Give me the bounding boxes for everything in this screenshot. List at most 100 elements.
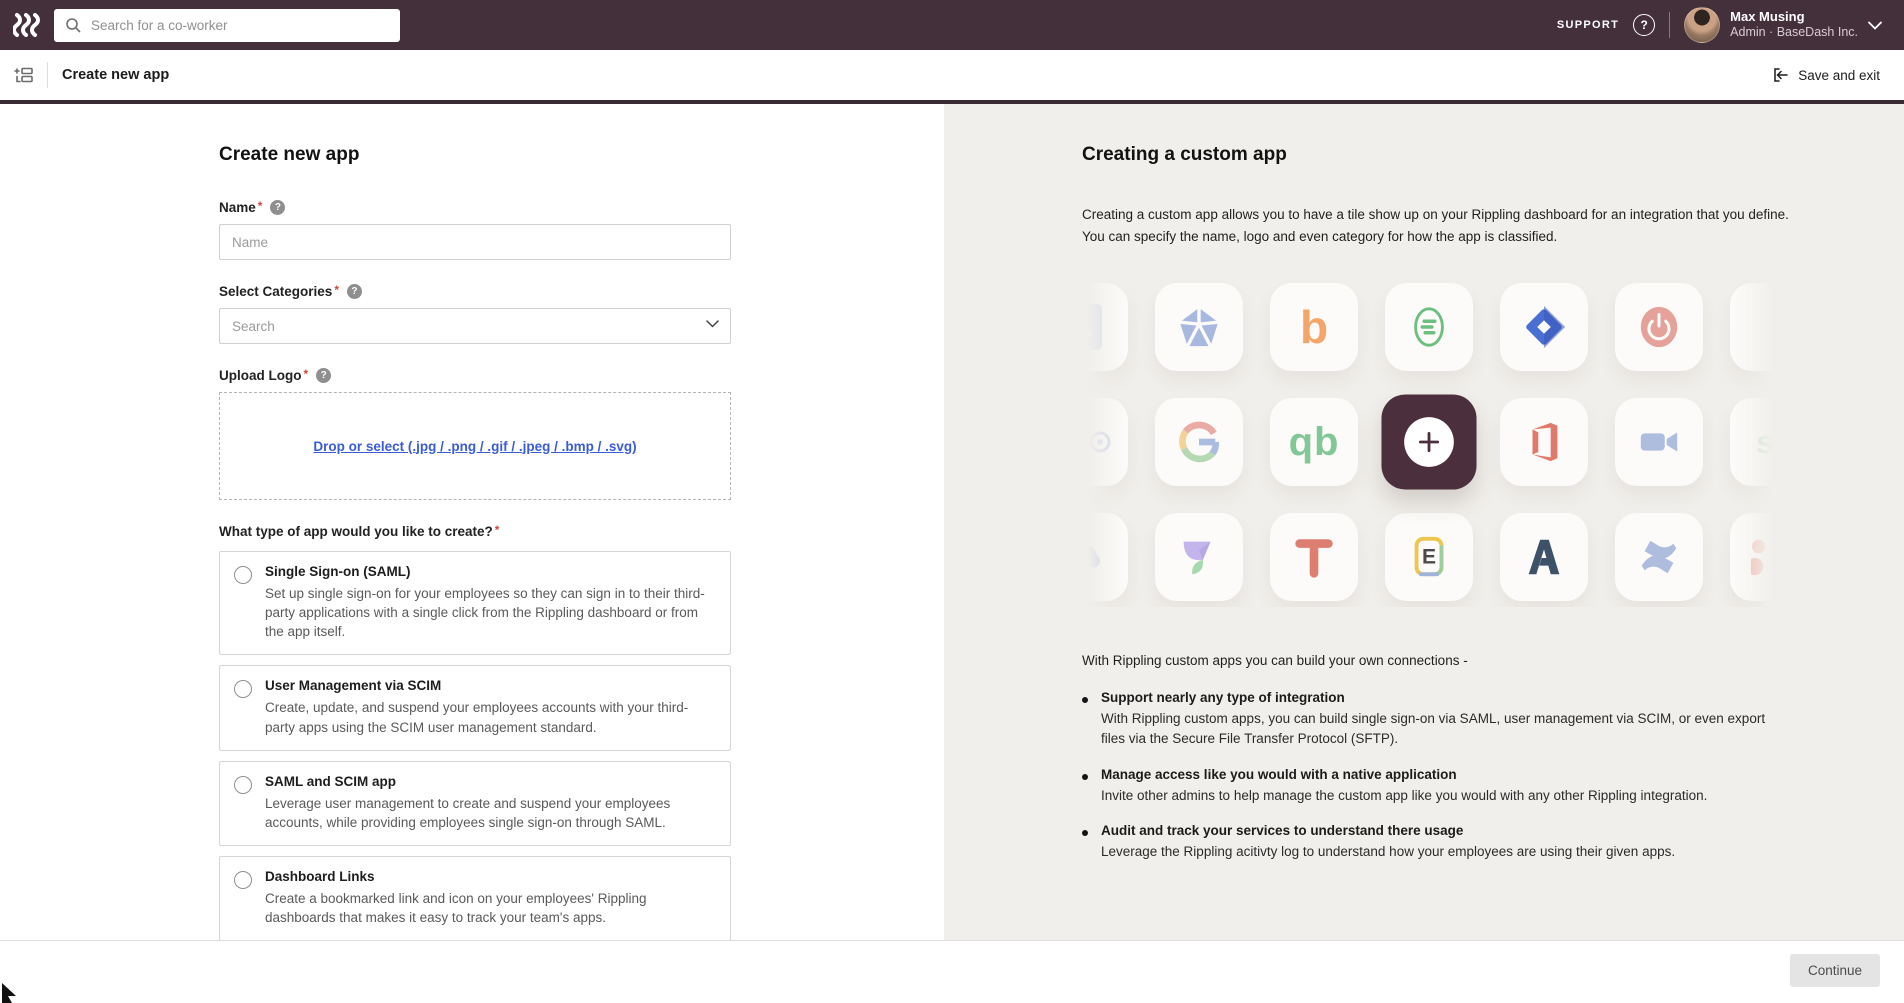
app-tile-row: 1b (1082, 283, 1778, 371)
bullet-title: Audit and track your services to underst… (1101, 823, 1675, 838)
required-asterisk: * (334, 283, 339, 297)
app-tile-sa-text-icon: sa (1730, 398, 1778, 486)
info-panel: Creating a custom app Creating a custom … (944, 104, 1904, 940)
bullet-item: Manage access like you would with a nati… (1082, 767, 1790, 806)
logo-dropzone[interactable]: Drop or select (.jpg / .png / .gif / .jp… (219, 392, 731, 500)
option-saml-and-scim[interactable]: SAML and SCIM app Leverage user manageme… (219, 761, 731, 846)
app-tile-double-diamond-icon (1730, 283, 1778, 371)
svg-text:E: E (1422, 546, 1436, 569)
required-asterisk: * (258, 199, 263, 213)
chevron-down-icon (1868, 21, 1882, 30)
chevron-down-icon (706, 320, 719, 328)
app-tile-confluence-waves-icon (1615, 513, 1703, 601)
user-name: Max Musing (1730, 9, 1858, 25)
option-title: Dashboard Links (265, 869, 714, 884)
search-input[interactable] (89, 17, 389, 34)
bullet-title: Support nearly any type of integration (1101, 690, 1790, 705)
app-tiles-carousel: 1broqbsaE (1082, 279, 1778, 607)
app-tile-ro-logo-icon: ro (1082, 398, 1128, 486)
support-help-icon[interactable]: ? (1633, 14, 1655, 36)
option-description: Leverage user management to create and s… (265, 794, 714, 832)
option-title: User Management via SCIM (265, 678, 714, 693)
app-tile-leaf-two-tone-icon (1155, 513, 1243, 601)
wizard-footer: Continue (0, 940, 1904, 999)
option-dashboard-links[interactable]: Dashboard Links Create a bookmarked link… (219, 856, 731, 941)
app-tile-notebook-number-icon: 1 (1082, 283, 1128, 371)
connections-line: With Rippling custom apps you can build … (1082, 653, 1790, 668)
rippling-logo-icon[interactable] (12, 12, 42, 38)
app-tile-dots-icon (1730, 513, 1778, 601)
bullet-item: Support nearly any type of integration W… (1082, 690, 1790, 750)
option-single-sign-on-saml[interactable]: Single Sign-on (SAML) Set up single sign… (219, 551, 731, 655)
app-tile-custom-app-plus-icon (1381, 395, 1476, 490)
top-bar: SUPPORT ? Max Musing Admin · BaseDash In… (0, 0, 1904, 50)
option-description: Create a bookmarked link and icon on you… (265, 889, 714, 927)
required-asterisk: * (303, 367, 308, 381)
app-tile-letter-e-badge-icon: E (1385, 513, 1473, 601)
option-description: Set up single sign-on for your employees… (265, 584, 714, 641)
radio-button[interactable] (234, 680, 252, 698)
bullet-description: Leverage the Rippling acitivty log to un… (1101, 842, 1675, 862)
app-tile-letter-b-icon: b (1270, 283, 1358, 371)
categories-placeholder: Search (232, 319, 275, 334)
page-title: Create new app (62, 67, 169, 83)
option-user-management-scim[interactable]: User Management via SCIM Create, update,… (219, 665, 731, 750)
upload-help-icon[interactable]: ? (316, 368, 331, 383)
bullet-dot (1082, 697, 1088, 703)
app-tile-row: ro qb sa (1082, 398, 1778, 486)
user-role: Admin · BaseDash Inc. (1730, 25, 1858, 41)
option-title: Single Sign-on (SAML) (265, 564, 714, 579)
app-tile-letter-a-icon (1500, 513, 1588, 601)
exit-icon (1771, 66, 1789, 84)
user-menu[interactable]: Max Musing Admin · BaseDash Inc. (1684, 7, 1882, 43)
bullet-dot (1082, 774, 1088, 780)
search-icon (65, 17, 81, 33)
bullet-dot (1082, 830, 1088, 836)
radio-button[interactable] (234, 871, 252, 889)
option-description: Create, update, and suspend your employe… (265, 698, 714, 736)
save-and-exit-button[interactable]: Save and exit (1771, 66, 1880, 84)
app-tile-pentagon-gem-icon (1155, 283, 1243, 371)
radio-button[interactable] (234, 776, 252, 794)
categories-help-icon[interactable]: ? (347, 284, 362, 299)
app-type-question: What type of app would you like to creat… (219, 524, 731, 539)
save-and-exit-label: Save and exit (1798, 68, 1880, 83)
name-help-icon[interactable]: ? (270, 200, 285, 215)
app-tile-row: E (1082, 513, 1778, 601)
app-tile-cloud-icon (1082, 513, 1128, 601)
app-tile-google-g-icon (1155, 398, 1243, 486)
form-panel: Create new app Name* ? Select Categories… (0, 104, 944, 940)
form-heading: Create new app (219, 144, 731, 166)
topbar-divider (1669, 12, 1670, 38)
app-tile-power-button-icon (1615, 283, 1703, 371)
info-intro: Creating a custom app allows you to have… (1082, 204, 1790, 247)
option-title: SAML and SCIM app (265, 774, 714, 789)
continue-button[interactable]: Continue (1790, 954, 1880, 987)
page-header: Create new app Save and exit (0, 50, 1904, 104)
support-link[interactable]: SUPPORT (1557, 19, 1619, 31)
avatar (1684, 7, 1720, 43)
bullet-description: With Rippling custom apps, you can build… (1101, 709, 1790, 750)
categories-select[interactable]: Search (219, 308, 731, 344)
app-tile-office-icon (1500, 398, 1588, 486)
header-divider (47, 62, 48, 88)
app-tile-quickbooks-qb-icon: qb (1270, 398, 1358, 486)
app-tile-green-list-oval-icon (1385, 283, 1473, 371)
app-tile-video-camera-icon (1615, 398, 1703, 486)
name-label: Name* ? (219, 200, 731, 215)
info-heading: Creating a custom app (1082, 144, 1790, 166)
bullet-description: Invite other admins to help manage the c… (1101, 786, 1707, 806)
name-input[interactable] (219, 224, 731, 260)
bullet-title: Manage access like you would with a nati… (1101, 767, 1707, 782)
app-tile-letter-t-icon (1270, 513, 1358, 601)
bullet-item: Audit and track your services to underst… (1082, 823, 1790, 862)
required-asterisk: * (495, 523, 500, 537)
radio-button[interactable] (234, 566, 252, 584)
list-add-icon[interactable] (14, 66, 33, 84)
upload-logo-label: Upload Logo* ? (219, 368, 731, 383)
coworker-search[interactable] (54, 9, 400, 42)
categories-label: Select Categories* ? (219, 284, 731, 299)
mouse-cursor (0, 981, 20, 1003)
drop-or-select-link[interactable]: Drop or select (.jpg / .png / .gif / .jp… (313, 439, 636, 454)
app-tile-jira-diamond-icon (1500, 283, 1588, 371)
